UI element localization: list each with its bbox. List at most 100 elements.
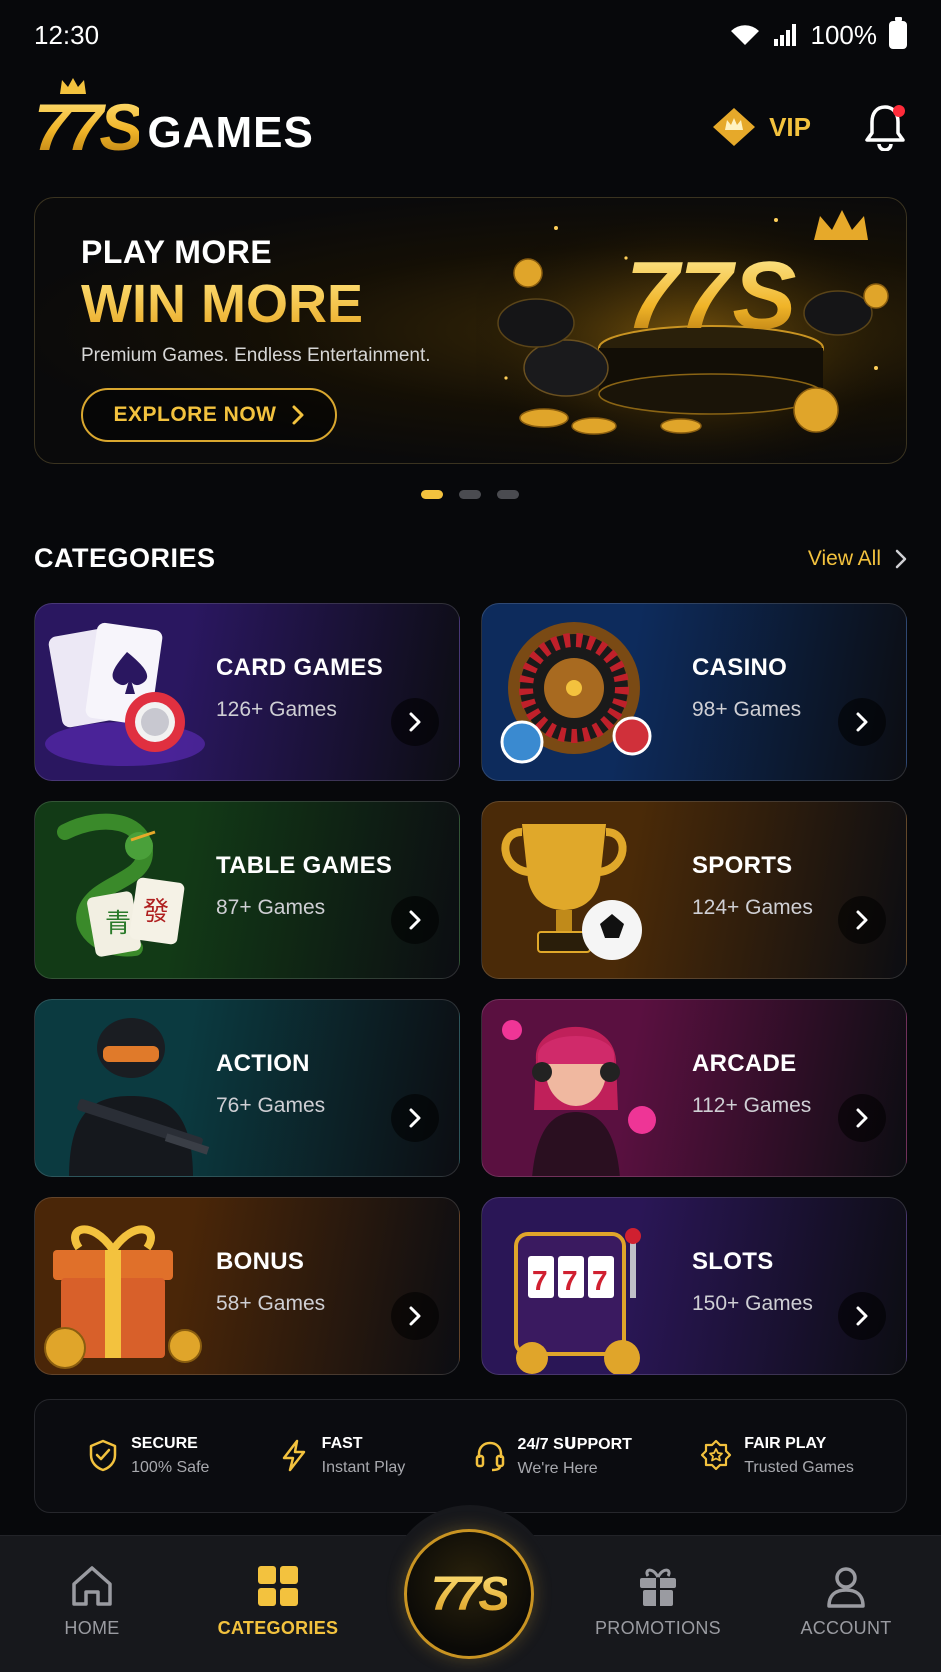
feature-4: FAIR PLAY Trusted Games: [700, 1435, 854, 1477]
svg-text:發: 發: [143, 897, 169, 927]
svg-text:青: 青: [105, 909, 131, 939]
nav-center-logo-button[interactable]: 77S: [404, 1529, 534, 1659]
pagination-dot-active[interactable]: [421, 490, 443, 499]
mahjong-dragon-icon: 青發: [57, 813, 185, 957]
category-card-action[interactable]: ACTION 76+ Games: [34, 999, 460, 1177]
gamer-girl-icon: [502, 1020, 656, 1176]
chevron-right-icon: [409, 1108, 421, 1128]
category-count: 112+ Games: [692, 1094, 812, 1117]
app-logo[interactable]: 77S GAMES: [34, 78, 314, 164]
svg-text:7: 7: [562, 1265, 578, 1296]
chevron-right-icon: [856, 1108, 868, 1128]
category-title: ARCADE: [692, 1050, 797, 1077]
category-count: 124+ Games: [692, 896, 813, 919]
category-count: 126+ Games: [216, 698, 337, 721]
categories-header: CATEGORIES View All: [34, 543, 907, 574]
promo-banner[interactable]: PLAY MORE WIN MORE Premium Games. Endles…: [34, 197, 907, 464]
explore-now-label: EXPLORE NOW: [113, 403, 277, 426]
chevron-right-icon: [292, 405, 303, 425]
chevron-right-icon: [895, 549, 907, 568]
category-title: BONUS: [216, 1248, 305, 1275]
app-header: 77S GAMES VIP: [34, 78, 907, 172]
chevron-right-icon: [409, 1306, 421, 1326]
nav-center-logo-text: 77S: [430, 1567, 510, 1621]
category-open-button[interactable]: [391, 698, 439, 746]
grid-icon: [258, 1566, 298, 1606]
soldier-icon: [69, 1018, 210, 1176]
notifications-button[interactable]: [863, 103, 907, 152]
notification-dot: [893, 105, 905, 117]
nav-categories[interactable]: CATEGORIES: [198, 1564, 358, 1639]
category-card-slots[interactable]: 7 7 7 SLOTS 150+ Games: [481, 1197, 907, 1375]
chevron-right-icon: [409, 712, 421, 732]
feature-title: FAST: [321, 1435, 363, 1452]
nav-home-label: HOME: [64, 1618, 120, 1638]
feature-2: FAST Instant Play: [278, 1435, 406, 1477]
banner-headline: PLAY MORE: [81, 234, 273, 270]
chevron-right-icon: [856, 712, 868, 732]
gift-icon: [44, 1225, 202, 1369]
banner-pagination: [421, 490, 519, 499]
category-count: 98+ Games: [692, 698, 802, 721]
category-open-button[interactable]: [838, 896, 886, 944]
home-icon: [72, 1566, 112, 1606]
chevron-right-icon: [409, 910, 421, 930]
feature-1: SECURE 100% Safe: [87, 1435, 209, 1477]
nav-categories-label: CATEGORIES: [217, 1618, 339, 1638]
banner-subtitle: Premium Games. Endless Entertainment.: [81, 345, 431, 366]
category-title: ACTION: [216, 1050, 310, 1077]
category-open-button[interactable]: [838, 698, 886, 746]
trophy-icon: [501, 824, 642, 960]
category-open-button[interactable]: [838, 1094, 886, 1142]
category-title: CARD GAMES: [216, 654, 384, 681]
category-open-button[interactable]: [391, 896, 439, 944]
category-title: TABLE GAMES: [216, 852, 393, 879]
gift-icon: [640, 1568, 676, 1606]
vip-diamond-icon: [713, 108, 756, 146]
nav-promotions[interactable]: PROMOTIONS: [578, 1564, 738, 1639]
chevron-right-icon: [856, 1306, 868, 1326]
nav-home[interactable]: HOME: [12, 1564, 172, 1639]
category-open-button[interactable]: [838, 1292, 886, 1340]
view-all-label: View All: [807, 546, 881, 570]
category-card-table-games[interactable]: 青發 TABLE GAMES 87+ Games: [34, 801, 460, 979]
feature-subtitle: We're Here: [517, 1460, 598, 1477]
vip-button[interactable]: VIP: [711, 106, 811, 148]
feature-subtitle: 100% Safe: [131, 1459, 210, 1476]
category-open-button[interactable]: [391, 1292, 439, 1340]
crown-icon: [60, 78, 86, 94]
nav-promotions-label: PROMOTIONS: [594, 1618, 721, 1638]
category-card-casino[interactable]: CASINO 98+ Games: [481, 603, 907, 781]
cards-icon: [45, 622, 205, 766]
status-time: 12:30: [34, 19, 100, 50]
wifi-icon: [730, 25, 759, 45]
features-strip: SECURE 100% Safe FAST Instant Play 24/7 SᑌPP…: [34, 1399, 907, 1513]
explore-now-button[interactable]: EXPLORE NOW: [81, 388, 337, 442]
headset-icon: [475, 1441, 504, 1472]
category-card-arcade[interactable]: ARCADE 112+ Games: [481, 999, 907, 1177]
feature-title: SECURE: [131, 1435, 198, 1452]
signal-icon: [773, 24, 796, 46]
feature-subtitle: Instant Play: [321, 1459, 406, 1476]
chevron-right-icon: [856, 910, 868, 930]
pagination-dot[interactable]: [497, 490, 519, 499]
category-count: 150+ Games: [692, 1292, 813, 1315]
svg-text:7: 7: [532, 1265, 548, 1296]
pagination-dot[interactable]: [459, 490, 481, 499]
banner-artwork: 77S: [476, 198, 906, 463]
category-card-bonus[interactable]: BONUS 58+ Games: [34, 1197, 460, 1375]
vip-label: VIP: [769, 111, 811, 142]
category-card-sports[interactable]: SPORTS 124+ Games: [481, 801, 907, 979]
category-card-card-games[interactable]: CARD GAMES 126+ Games: [34, 603, 460, 781]
category-open-button[interactable]: [391, 1094, 439, 1142]
category-count: 87+ Games: [216, 896, 326, 919]
roulette-icon: [500, 622, 652, 764]
category-title: CASINO: [692, 654, 788, 681]
lightning-icon: [282, 1439, 305, 1472]
logo-mark: 77S: [34, 90, 143, 164]
category-title: SLOTS: [692, 1248, 774, 1275]
feature-title: FAIR PLAY: [744, 1435, 827, 1452]
nav-account[interactable]: ACCOUNT: [766, 1564, 926, 1639]
view-all-link[interactable]: View All: [808, 547, 907, 571]
category-count: 76+ Games: [216, 1094, 326, 1117]
